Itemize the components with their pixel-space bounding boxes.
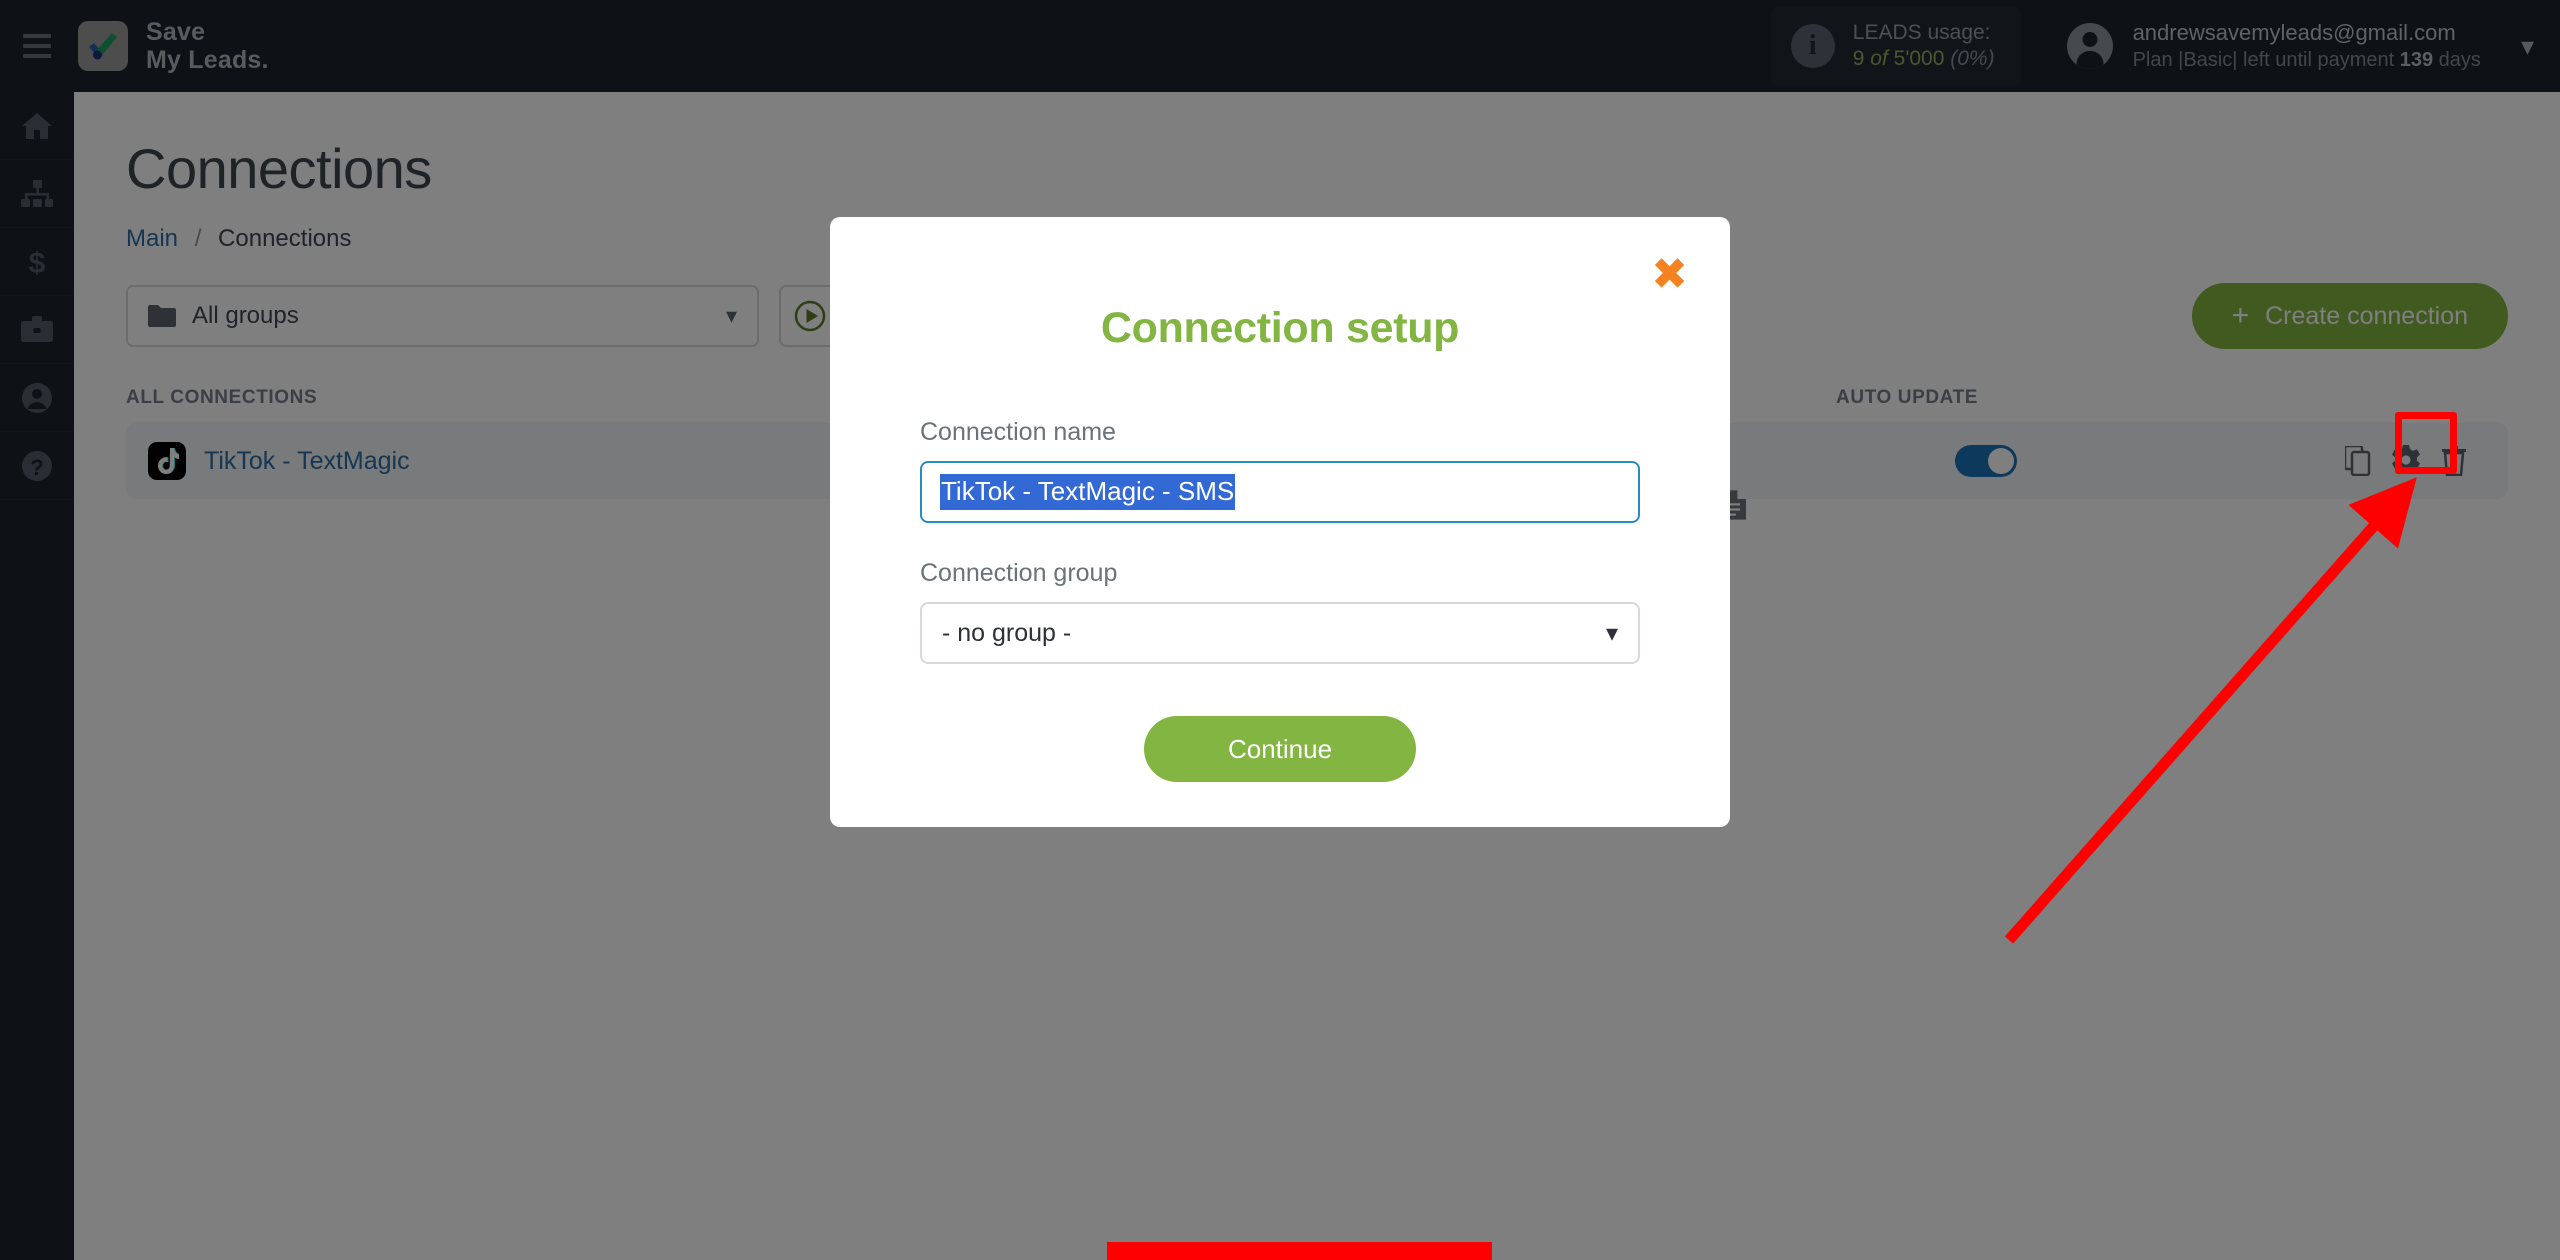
connection-name-label: Connection name <box>920 418 1116 446</box>
connection-setup-modal: ✖ Connection setup Connection name TikTo… <box>830 217 1730 827</box>
close-icon[interactable]: ✖ <box>1651 253 1688 297</box>
connection-group-label: Connection group <box>920 559 1118 587</box>
modal-title: Connection setup <box>1100 304 1460 352</box>
continue-button[interactable]: Continue <box>1144 716 1416 782</box>
connection-name-value: TikTok - TextMagic - SMS <box>940 474 1236 510</box>
annotation-bar <box>1107 1242 1492 1260</box>
connection-group-select[interactable]: - no group - ▾ <box>920 602 1640 664</box>
modal-actions: Continue <box>920 716 1640 782</box>
modal-body: Connection name TikTok - TextMagic - SMS… <box>830 353 1730 782</box>
connection-name-input[interactable]: TikTok - TextMagic - SMS <box>920 461 1640 523</box>
app-root: Save My Leads. i LEADS usage: 9 of 5'000… <box>0 0 2560 1260</box>
connection-group-value: - no group - <box>942 618 1072 647</box>
annotation-highlight-box <box>2395 412 2457 474</box>
chevron-down-icon: ▾ <box>1605 619 1618 647</box>
